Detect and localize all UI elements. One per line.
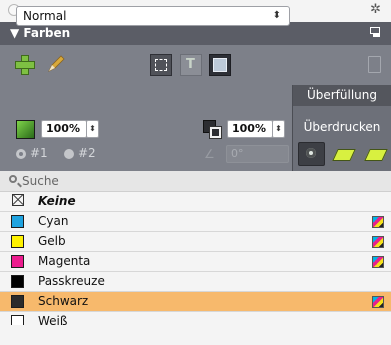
color-chip — [11, 235, 24, 248]
color-chip — [11, 215, 24, 228]
panel-title-text: Farben — [23, 26, 71, 40]
swatch-name: Gelb — [38, 234, 66, 248]
stroke-tint-field[interactable]: 100% — [227, 120, 273, 138]
stroke-tint-icon — [203, 120, 223, 139]
overprint-fill-button[interactable] — [330, 142, 357, 166]
swatch-row-passkreuze[interactable]: Passkreuze — [0, 272, 391, 292]
swatch-list: Keine Cyan Gelb Magenta Passkreuze Schwa… — [0, 192, 391, 332]
frame-format-button[interactable] — [150, 54, 172, 76]
none-swatch-icon — [12, 194, 24, 206]
blend-mode-select[interactable]: Normal ⬍ — [16, 6, 290, 26]
select-arrows-icon: ⬍ — [272, 10, 281, 21]
overprint-stroke-button[interactable] — [362, 142, 389, 166]
cmyk-icon — [372, 256, 384, 268]
color-chip — [11, 295, 24, 308]
swatch-name: Keine — [38, 194, 76, 208]
edit-pencil-icon[interactable] — [46, 54, 68, 76]
cmyk-icon — [372, 236, 384, 248]
angle-icon: ∠ — [204, 147, 215, 161]
color-chip — [11, 275, 24, 288]
add-swatch-icon[interactable] — [14, 54, 36, 76]
swatch-row-gelb[interactable]: Gelb — [0, 232, 391, 252]
parallelogram-icon — [364, 149, 388, 161]
swatch-name: Schwarz — [38, 294, 89, 308]
swatch-name: Passkreuze — [38, 274, 105, 288]
gradient-color-2-label: #2 — [78, 146, 96, 160]
list-empty-area — [0, 325, 391, 345]
gradient-color-1-radio[interactable] — [16, 149, 26, 159]
angle-field[interactable]: 0° — [226, 145, 289, 163]
swatch-name: Cyan — [38, 214, 69, 228]
swatches-panel: ✲ ▼ Farben Normal ⬍ Überfü — [0, 0, 391, 345]
panel-menu-icon[interactable] — [370, 27, 380, 37]
parallelogram-icon — [332, 149, 356, 161]
panel-toolbar — [0, 45, 391, 85]
collapse-triangle-icon[interactable]: ▼ — [10, 26, 19, 40]
fill-tint-field[interactable]: 100% — [41, 120, 87, 138]
swatch-row-keine[interactable]: Keine — [0, 192, 391, 212]
panel-title[interactable]: ▼ Farben — [10, 26, 70, 40]
color-chip — [11, 255, 24, 268]
fill-format-button[interactable] — [209, 54, 231, 76]
stroke-tint-stepper[interactable]: ⬍ — [272, 120, 285, 138]
search-icon — [9, 175, 17, 183]
swatch-row-magenta[interactable]: Magenta — [0, 252, 391, 272]
trash-icon[interactable] — [368, 56, 381, 73]
trapping-header[interactable]: Überfüllung — [293, 85, 391, 106]
swatch-row-schwarz[interactable]: Schwarz — [0, 292, 391, 312]
blend-mode-value: Normal — [23, 9, 67, 23]
gradient-color-1-label: #1 — [30, 146, 48, 160]
gear-icon[interactable]: ✲ — [370, 2, 381, 18]
overprint-knockout-button[interactable] — [298, 142, 325, 166]
search-bar[interactable]: Suche — [0, 171, 391, 192]
swatch-row-cyan[interactable]: Cyan — [0, 212, 391, 232]
gradient-color-2-radio[interactable] — [64, 149, 74, 159]
fill-tint-stepper[interactable]: ⬍ — [86, 120, 99, 138]
text-format-button[interactable] — [180, 54, 202, 76]
swatch-name: Magenta — [38, 254, 91, 268]
overprint-label: Überdrucken — [303, 120, 381, 134]
cmyk-icon — [372, 296, 384, 308]
fill-color-swatch[interactable] — [16, 120, 35, 139]
search-input[interactable]: Suche — [22, 174, 59, 188]
cmyk-icon — [372, 216, 384, 228]
